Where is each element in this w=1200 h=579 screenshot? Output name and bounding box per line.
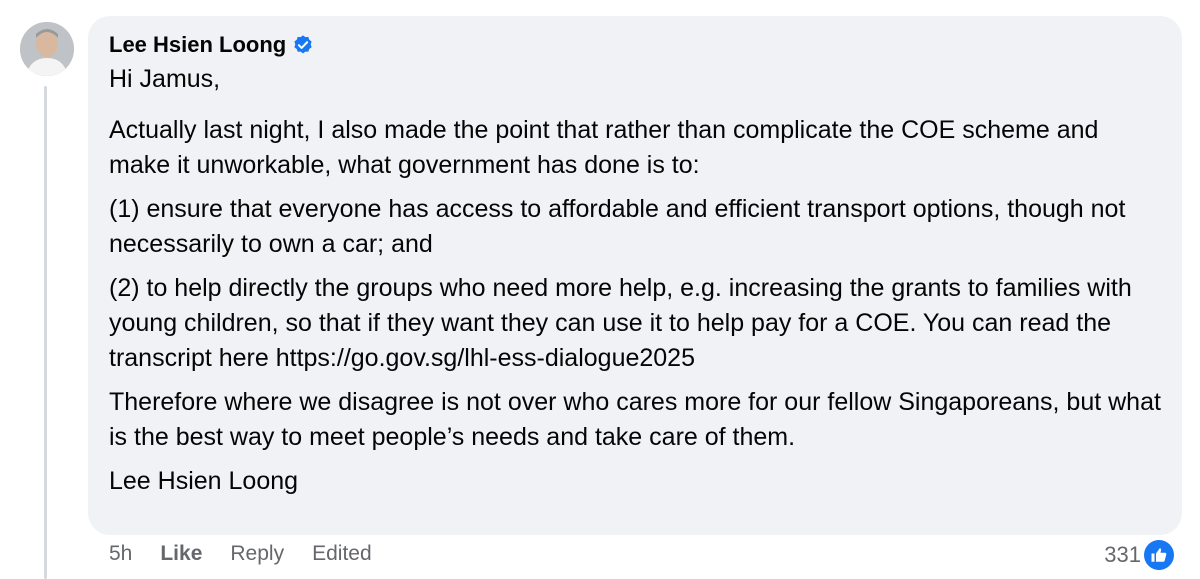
thumbs-up-icon (1144, 540, 1174, 570)
comment-signature: Lee Hsien Loong (109, 467, 299, 495)
comment-author[interactable]: Lee Hsien Loong (109, 32, 286, 58)
comment-paragraph: Therefore where we disagree is not over … (109, 388, 1161, 451)
verified-badge-icon (292, 34, 314, 56)
comment-paragraph: (1) ensure that everyone has access to a… (109, 195, 1126, 258)
like-button[interactable]: Like (160, 542, 202, 566)
avatar-photo (20, 22, 74, 76)
comment-greeting: Hi Jamus, (109, 65, 221, 93)
thread-line (44, 86, 47, 579)
comment-paragraph: (2) to help directly the groups who need… (109, 274, 1132, 372)
edited-label[interactable]: Edited (312, 542, 372, 566)
reply-button[interactable]: Reply (230, 542, 284, 566)
comment-text: Hi Jamus, Actually last night, I also ma… (109, 62, 1162, 499)
comment-bubble: Lee Hsien Loong Hi Jamus, Actually last … (88, 16, 1182, 535)
avatar[interactable] (20, 22, 74, 76)
comment-timestamp[interactable]: 5h (109, 542, 132, 566)
comment-paragraph: Actually last night, I also made the poi… (109, 116, 1099, 179)
comment-actions: 5h Like Reply Edited (109, 542, 400, 566)
reaction-summary[interactable]: 331 (1104, 540, 1174, 570)
reaction-count: 331 (1104, 542, 1141, 567)
